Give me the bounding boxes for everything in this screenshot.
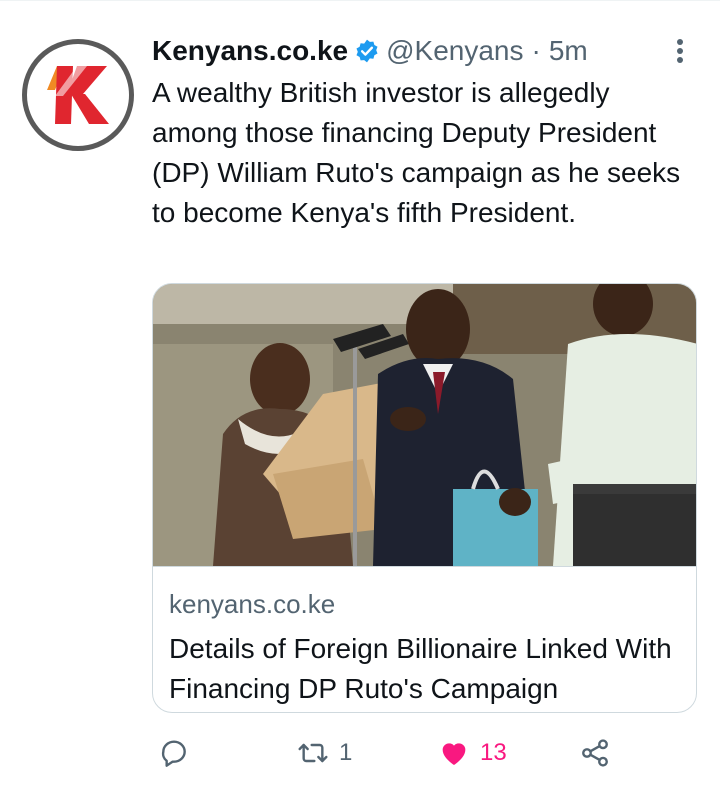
author-handle[interactable]: @Kenyans [386,35,523,67]
retweet-count: 1 [339,739,353,766]
like-button[interactable]: 13 [438,733,507,773]
link-card[interactable]: kenyans.co.ke Details of Foreign Billion… [152,283,697,713]
retweet-button[interactable]: 1 [297,733,352,773]
tweet-header: Kenyans.co.ke @Kenyans · 5m [152,31,588,71]
like-count: 13 [480,739,507,766]
share-button[interactable] [579,733,621,773]
reply-icon [161,740,186,767]
tweet[interactable]: Kenyans.co.ke @Kenyans · 5m A wealthy Br… [0,0,720,798]
tweet-timestamp[interactable]: 5m [549,35,588,67]
avatar[interactable] [22,39,134,151]
share-icon [582,739,608,767]
more-options-icon[interactable] [668,35,692,67]
retweet-icon [298,743,328,763]
card-image [153,284,696,566]
card-domain: kenyans.co.ke [169,589,336,619]
heart-icon [442,743,466,765]
card-title[interactable]: Details of Foreign Billionaire Linked Wi… [169,629,689,709]
tweet-text: A wealthy British investor is allegedly … [152,77,681,228]
reply-button[interactable] [158,733,200,773]
verified-badge-icon [356,39,378,63]
author-name[interactable]: Kenyans.co.ke [152,35,348,67]
tweet-actions: 1 13 [152,733,697,773]
card-body: kenyans.co.ke Details of Foreign Billion… [153,566,696,712]
kenyans-logo-icon [47,66,109,124]
separator-dot: · [531,35,541,66]
